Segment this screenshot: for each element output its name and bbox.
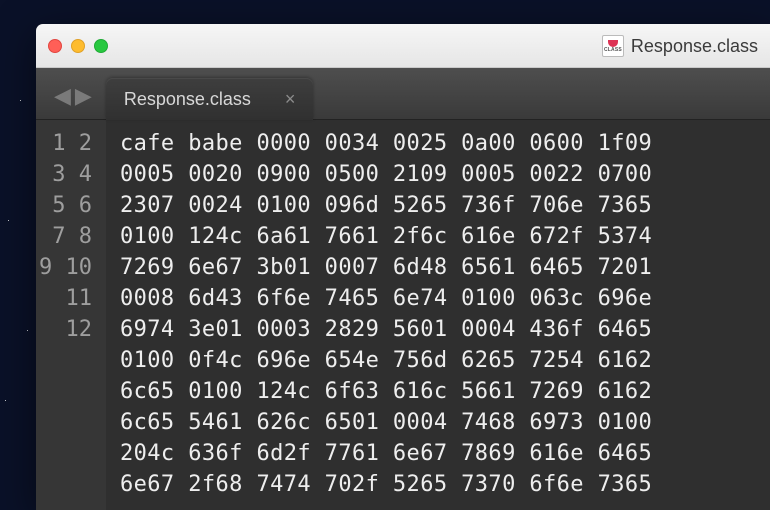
window-title: Response.class xyxy=(631,36,758,57)
editor-window: CLASS Response.class ◀ ▶ Response.class … xyxy=(36,24,770,510)
nav-arrows: ◀ ▶ xyxy=(40,85,106,119)
titlebar: CLASS Response.class xyxy=(36,24,770,68)
java-class-file-icon: CLASS xyxy=(602,35,624,57)
zoom-window-icon[interactable] xyxy=(94,39,108,53)
line-number-gutter: 1 2 3 4 5 6 7 8 9 10 11 12 xyxy=(36,120,106,510)
window-title-area: CLASS Response.class xyxy=(602,24,758,68)
close-window-icon[interactable] xyxy=(48,39,62,53)
nav-forward-icon[interactable]: ▶ xyxy=(75,85,92,107)
tab-response-class[interactable]: Response.class × xyxy=(106,78,314,120)
tab-label: Response.class xyxy=(124,89,251,110)
editor-area: 1 2 3 4 5 6 7 8 9 10 11 12 cafe babe 000… xyxy=(36,120,770,510)
nav-back-icon[interactable]: ◀ xyxy=(54,85,71,107)
close-tab-icon[interactable]: × xyxy=(285,89,296,110)
window-controls xyxy=(48,39,108,53)
code-content[interactable]: cafe babe 0000 0034 0025 0a00 0600 1f09 … xyxy=(106,120,770,510)
tab-bar: ◀ ▶ Response.class × xyxy=(36,68,770,120)
minimize-window-icon[interactable] xyxy=(71,39,85,53)
